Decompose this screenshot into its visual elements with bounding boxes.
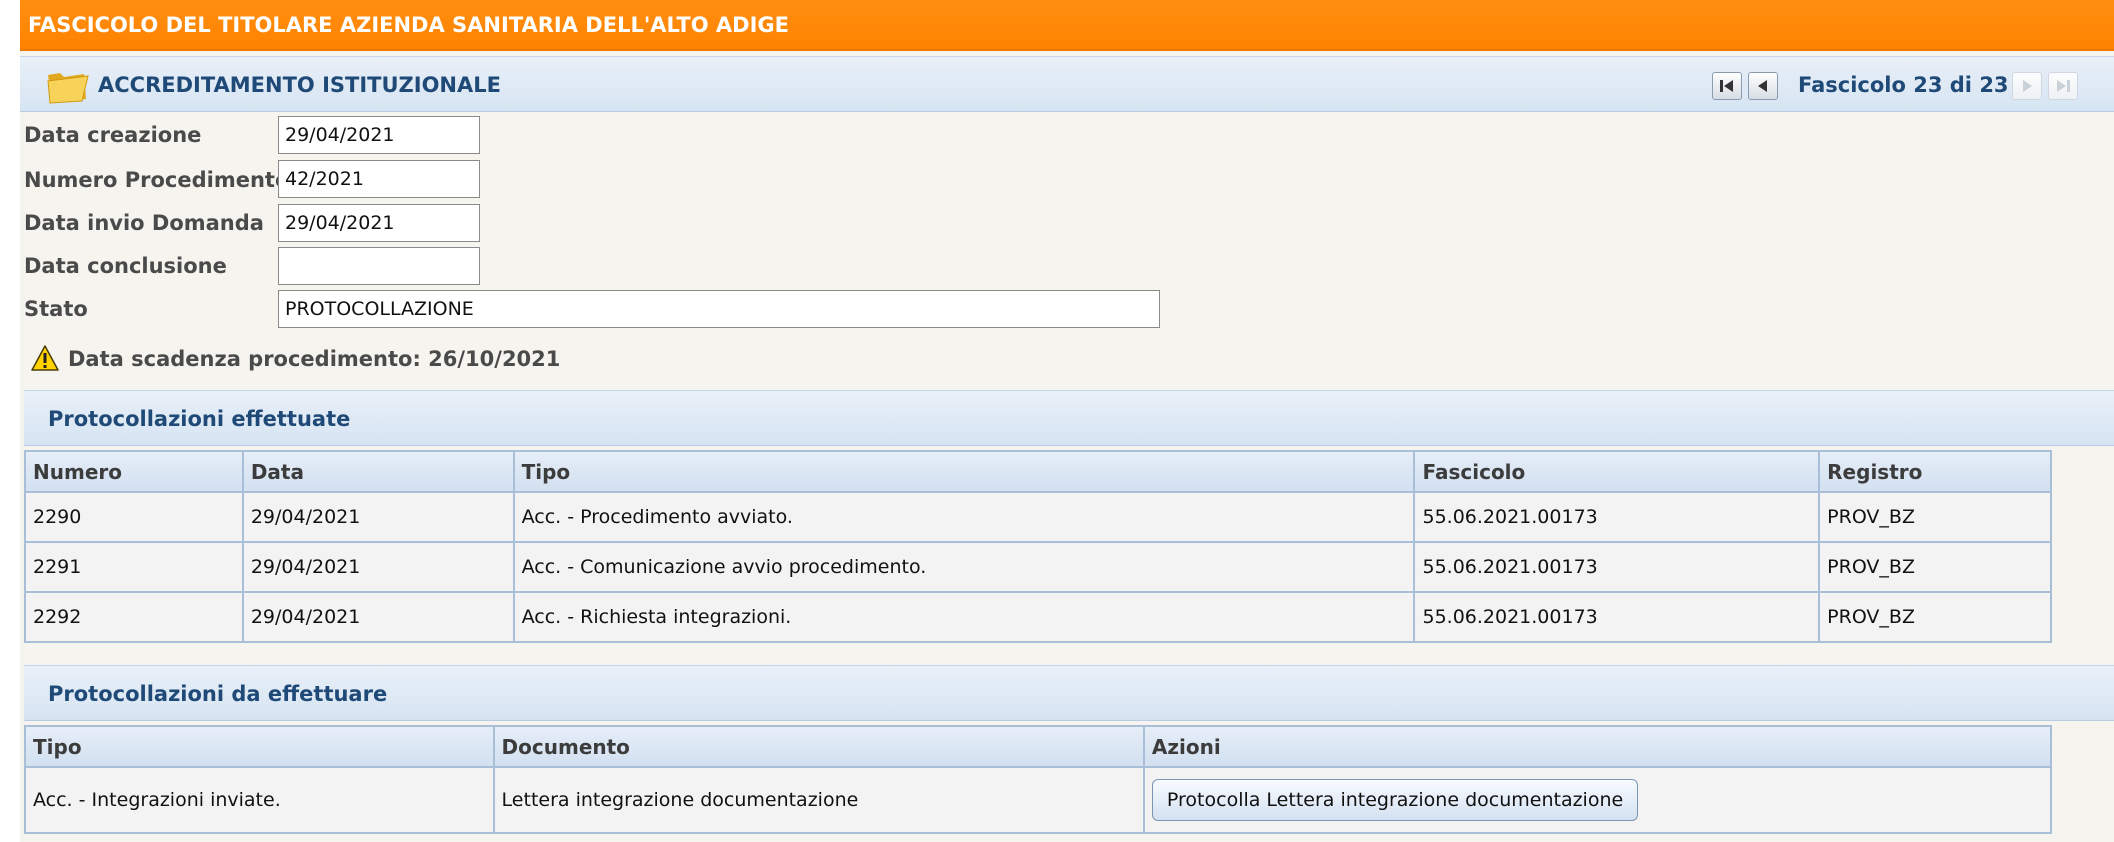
column-header-registro[interactable]: Registro bbox=[1818, 450, 2052, 493]
column-header-fascicolo[interactable]: Fascicolo bbox=[1413, 450, 1821, 493]
protocollazioni-effettuate-title: Protocollazioni effettuate bbox=[48, 407, 351, 431]
protocolla-lettera-button[interactable]: Protocolla Lettera integrazione document… bbox=[1151, 779, 1639, 821]
cell-numero: 2292 bbox=[24, 591, 244, 643]
cell-registro: PROV_BZ bbox=[1818, 591, 2052, 643]
cell-tipo: Acc. - Integrazioni inviate. bbox=[24, 766, 495, 834]
data-creazione-field[interactable]: 29/04/2021 bbox=[278, 116, 480, 154]
cell-fascicolo: 55.06.2021.00173 bbox=[1413, 591, 1821, 643]
cell-tipo: Acc. - Procedimento avviato. bbox=[512, 491, 1416, 543]
column-header-tipo[interactable]: Tipo bbox=[512, 450, 1416, 493]
cell-data: 29/04/2021 bbox=[241, 541, 515, 593]
next-page-button[interactable] bbox=[2012, 72, 2042, 100]
column-header-numero[interactable]: Numero bbox=[24, 450, 244, 493]
cell-numero: 2290 bbox=[24, 491, 244, 543]
protocollazioni-da-effettuare-title: Protocollazioni da effettuare bbox=[48, 682, 388, 706]
table-row[interactable]: 2292 29/04/2021 Acc. - Richiesta integra… bbox=[24, 591, 2052, 643]
stato-label: Stato bbox=[24, 297, 88, 321]
protocollazioni-effettuate-header: Protocollazioni effettuate bbox=[24, 390, 2114, 446]
section-header: ACCREDITAMENTO ISTITUZIONALE Fascicolo 2… bbox=[20, 56, 2114, 112]
cell-registro: PROV_BZ bbox=[1818, 491, 2052, 543]
table-header-row: Tipo Documento Azioni bbox=[24, 725, 2053, 768]
first-page-button[interactable] bbox=[1712, 72, 1742, 100]
cell-fascicolo: 55.06.2021.00173 bbox=[1413, 541, 1821, 593]
app-header: FASCICOLO DEL TITOLARE AZIENDA SANITARIA… bbox=[20, 0, 2114, 51]
protocollazioni-da-effettuare-table: Tipo Documento Azioni Acc. - Integrazion… bbox=[24, 725, 2053, 834]
cell-registro: PROV_BZ bbox=[1818, 541, 2052, 593]
table-row[interactable]: 2290 29/04/2021 Acc. - Procedimento avvi… bbox=[24, 491, 2052, 543]
cell-documento: Lettera integrazione documentazione bbox=[492, 766, 1145, 834]
page: FASCICOLO DEL TITOLARE AZIENDA SANITARIA… bbox=[20, 0, 2114, 842]
table-row[interactable]: 2291 29/04/2021 Acc. - Comunicazione avv… bbox=[24, 541, 2052, 593]
warning-icon bbox=[31, 345, 59, 371]
previous-page-icon bbox=[1758, 80, 1767, 92]
numero-procedimento-label: Numero Procedimento bbox=[24, 168, 290, 192]
cell-fascicolo: 55.06.2021.00173 bbox=[1413, 491, 1821, 543]
protocollazioni-da-effettuare-header: Protocollazioni da effettuare bbox=[24, 665, 2114, 721]
column-header-documento[interactable]: Documento bbox=[492, 725, 1145, 768]
table-header-row: Numero Data Tipo Fascicolo Registro bbox=[24, 450, 2052, 493]
folder-icon bbox=[47, 73, 89, 104]
data-invio-domanda-label: Data invio Domanda bbox=[24, 211, 264, 235]
cell-numero: 2291 bbox=[24, 541, 244, 593]
data-invio-domanda-field[interactable]: 29/04/2021 bbox=[278, 204, 480, 242]
numero-procedimento-field[interactable]: 42/2021 bbox=[278, 160, 480, 198]
section-title: ACCREDITAMENTO ISTITUZIONALE bbox=[98, 73, 501, 97]
column-header-azioni[interactable]: Azioni bbox=[1142, 725, 2053, 768]
table-row[interactable]: Acc. - Integrazioni inviate. Lettera int… bbox=[24, 766, 2053, 834]
app-title: FASCICOLO DEL TITOLARE AZIENDA SANITARIA… bbox=[28, 13, 790, 37]
pager-text: Fascicolo 23 di 23 bbox=[1798, 73, 2009, 97]
column-header-tipo[interactable]: Tipo bbox=[24, 725, 495, 768]
column-header-data[interactable]: Data bbox=[241, 450, 515, 493]
cell-tipo: Acc. - Richiesta integrazioni. bbox=[512, 591, 1416, 643]
data-conclusione-field[interactable] bbox=[278, 247, 480, 285]
cell-data: 29/04/2021 bbox=[241, 591, 515, 643]
deadline-text: Data scadenza procedimento: 26/10/2021 bbox=[68, 347, 561, 371]
cell-azioni: Protocolla Lettera integrazione document… bbox=[1142, 766, 2053, 834]
cell-tipo: Acc. - Comunicazione avvio procedimento. bbox=[512, 541, 1416, 593]
last-page-button[interactable] bbox=[2048, 72, 2078, 100]
previous-page-button[interactable] bbox=[1748, 72, 1778, 100]
last-page-icon bbox=[2057, 80, 2070, 92]
data-creazione-label: Data creazione bbox=[24, 123, 202, 147]
cell-data: 29/04/2021 bbox=[241, 491, 515, 543]
first-page-icon bbox=[1720, 80, 1733, 92]
protocollazioni-effettuate-table: Numero Data Tipo Fascicolo Registro 2290… bbox=[24, 450, 2052, 643]
next-page-icon bbox=[2023, 80, 2032, 92]
stato-field[interactable]: PROTOCOLLAZIONE bbox=[278, 290, 1160, 328]
data-conclusione-label: Data conclusione bbox=[24, 254, 227, 278]
